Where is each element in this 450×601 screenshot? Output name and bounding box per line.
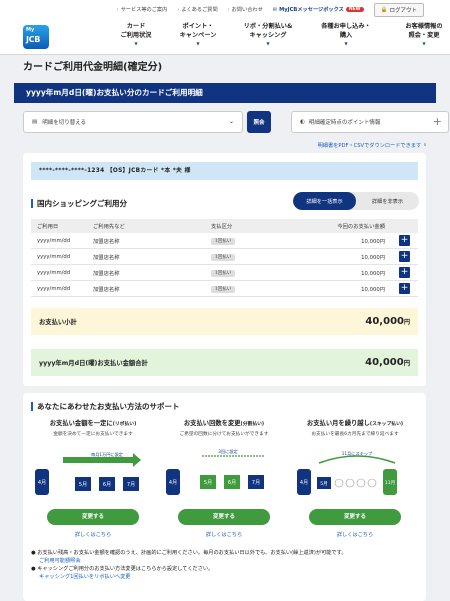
- chevron-right-icon: ›: [227, 6, 230, 13]
- hide-details-button[interactable]: 詳細を非表示: [356, 192, 419, 210]
- support-notes: ● お支払い残高・お支払い金額を確認のうえ、計画的にご利用ください。毎月のお支払…: [31, 549, 347, 581]
- topbar-link-faq[interactable]: › よくあるご質問: [177, 6, 217, 14]
- nav-applications[interactable]: 各種お申し込み・ 購入 ▼: [307, 23, 385, 49]
- svg-text:5月: 5月: [320, 481, 328, 487]
- note-text: ● キャッシングご利用分のお支払い方法変更はこちらから設定してください。: [31, 566, 214, 572]
- apply-button[interactable]: 照会: [247, 111, 271, 133]
- chevron-right-icon: ›: [116, 6, 119, 13]
- revolving-illustration: 毎月1万円に設定 4月 5月 6月 7月: [35, 451, 141, 495]
- nav-card-usage[interactable]: カード ご利用状況 ▼: [105, 23, 167, 49]
- svg-text:毎月1万円に設定: 毎月1万円に設定: [91, 451, 123, 458]
- lock-icon: 🔒: [380, 6, 388, 13]
- revolving-details-link[interactable]: 詳しくはこちら: [31, 531, 155, 538]
- payment-type-badge: 1回払い: [211, 237, 236, 245]
- svg-text:7月: 7月: [252, 480, 260, 486]
- statement-date-bar: yyyy年m月d日(曜)お支払い分のカードご利用明細: [14, 83, 436, 103]
- option-revolving: お支払い金額を一定に(リボ払い) 金額を決めて一定にお支払いできます 毎月1万円…: [31, 419, 155, 545]
- nav-revolving[interactable]: リボ・分割払い& キャッシング ▼: [229, 23, 307, 49]
- page: › サービス等のご案内 › よくあるご質問 › お問い合わせ ✉ MyJCBメッセージボ…: [0, 0, 450, 601]
- svg-text:4月: 4月: [38, 480, 46, 486]
- change-skip-button[interactable]: 変更する: [309, 509, 401, 525]
- topbar-link-contact[interactable]: › お問い合わせ: [227, 6, 263, 14]
- usage-table: ご利用日 ご利用先など 支払区分 今回のお支払い金額 yyyy/mm/dd 加盟…: [31, 219, 418, 297]
- mail-icon: ✉: [272, 6, 278, 13]
- statement-switch-select[interactable]: ▤ 明細を切り替える ⌄: [23, 111, 243, 133]
- caret-down-icon: ▼: [134, 41, 138, 46]
- chevron-right-icon: ›: [177, 6, 180, 13]
- svg-text:3回に設定: 3回に設定: [218, 448, 237, 455]
- payment-type-badge: 1回払い: [211, 269, 236, 277]
- caret-down-icon: ▼: [422, 41, 426, 46]
- svg-text:7月: 7月: [127, 482, 135, 488]
- plus-icon: +: [432, 115, 442, 128]
- new-badge: NEW: [345, 7, 364, 12]
- statement-panel: ****-****-****-1234 【OS】JCBカード *本 *夫 様 国…: [23, 153, 426, 386]
- calendar-icon: ▤: [32, 119, 38, 125]
- expand-row-button[interactable]: +: [399, 283, 410, 294]
- expand-row-button[interactable]: +: [399, 267, 410, 278]
- table-row: yyyy/mm/dd 加盟店名称 1回払い 10,000円 +: [31, 281, 418, 297]
- nav-points[interactable]: ポイント・ キャンペーン ▼: [167, 23, 229, 49]
- subtotal-row: お支払い小計 40,000円: [31, 308, 418, 335]
- caret-down-icon: ▼: [196, 41, 200, 46]
- top-utility-bar: › サービス等のご案内 › よくあるご質問 › お問い合わせ ✉ MyJCBメッセージボ…: [0, 0, 450, 19]
- caret-down-icon: ▼: [344, 41, 348, 46]
- expand-row-button[interactable]: +: [399, 251, 410, 262]
- message-box-link[interactable]: ✉ MyJCBメッセージボックス NEW: [273, 6, 364, 13]
- logout-button[interactable]: 🔒 ログアウト: [373, 2, 424, 17]
- svg-text:5月: 5月: [79, 482, 87, 488]
- detail-toggle: 詳細を一括表示 詳細を非表示: [293, 192, 419, 210]
- point-icon: ◐: [300, 119, 305, 125]
- svg-text:4月: 4月: [300, 480, 308, 486]
- grand-total-row: yyyy年m月d日(曜)お支払い金額合計 40,000円: [31, 349, 418, 376]
- svg-text:6月: 6月: [228, 480, 236, 486]
- option-installment: お支払い回数を変更(分割払い) ご希望の回数に分けてお支払いができます 3回に設…: [162, 419, 286, 545]
- support-section-title: あなたにあわせたお支払い方法のサポート: [31, 402, 180, 411]
- chevron-down-icon: ⌄: [228, 118, 234, 125]
- myjcb-logo[interactable]: My JCB: [23, 25, 49, 49]
- svg-text:4月: 4月: [169, 480, 177, 486]
- note-text: ● お支払い残高・お支払い金額を確認のうえ、計画的にご利用ください。毎月のお支払…: [31, 550, 347, 556]
- card-info-band: ****-****-****-1234 【OS】JCBカード *本 *夫 様: [31, 162, 418, 180]
- payment-type-badge: 1回払い: [211, 253, 236, 261]
- svg-text:5月: 5月: [204, 480, 212, 486]
- download-icon: ⭳: [424, 142, 426, 148]
- svg-text:11月: 11月: [385, 480, 395, 486]
- option-skip: お支払い月を繰り越し(スキップ払い) お支払いを最長6カ月先まで繰り延べます 1…: [293, 419, 417, 545]
- page-title: カードご利用代金明細(確定分): [23, 62, 163, 73]
- caret-down-icon: ▼: [266, 41, 270, 46]
- cashing-revolving-link[interactable]: キャッシング1回払いをリボ払いへ変更: [31, 573, 347, 581]
- payment-type-badge: 1回払い: [211, 285, 236, 293]
- domestic-section-title: 国内ショッピングご利用分: [31, 199, 127, 208]
- installment-illustration: 3回に設定 4月 5月 6月 7月: [166, 448, 264, 495]
- change-revolving-button[interactable]: 変更する: [47, 509, 139, 525]
- payment-support-panel: あなたにあわせたお支払い方法のサポート お支払い金額を一定に(リボ払い) 金額を…: [23, 393, 426, 601]
- table-row: yyyy/mm/dd 加盟店名称 1回払い 10,000円 +: [31, 265, 418, 281]
- option-heading: お支払い月を繰り越し(スキップ払い): [306, 420, 404, 427]
- svg-text:6月: 6月: [103, 482, 111, 488]
- table-row: yyyy/mm/dd 加盟店名称 1回払い 10,000円 +: [31, 249, 418, 265]
- option-heading: お支払い金額を一定に(リボ払い): [49, 420, 137, 427]
- available-credit-link[interactable]: ご利用可能額照会: [31, 557, 347, 565]
- change-installment-button[interactable]: 変更する: [178, 509, 270, 525]
- skip-details-link[interactable]: 詳しくはこちら: [293, 531, 417, 538]
- skip-illustration: 11月にスキップ 4月 5月 11月: [297, 451, 397, 495]
- global-nav: My JCB カード ご利用状況 ▼ ポイント・ キャンペーン ▼ リボ・分割払い& キャ…: [0, 19, 450, 55]
- grand-total-amount: 40,000: [365, 357, 404, 368]
- table-row: yyyy/mm/dd 加盟店名称 1回払い 10,000円 +: [31, 233, 418, 249]
- download-link[interactable]: 明細書をPDF・CSVでダウンロードできます ⭳: [318, 141, 426, 150]
- show-all-details-button[interactable]: 詳細を一括表示: [293, 192, 356, 210]
- subtotal-amount: 40,000: [365, 316, 404, 327]
- topbar-link-services[interactable]: › サービス等のご案内: [116, 6, 168, 14]
- nav-customer-info[interactable]: お客様情報の 照会・変更 ▼: [385, 23, 450, 49]
- point-info-toggle[interactable]: ◐ 明細確定時点のポイント情報 +: [291, 111, 449, 133]
- installment-details-link[interactable]: 詳しくはこちら: [162, 531, 286, 538]
- option-heading: お支払い回数を変更(分割払い): [183, 420, 265, 427]
- expand-row-button[interactable]: +: [399, 235, 410, 246]
- table-header: ご利用日 ご利用先など 支払区分 今回のお支払い金額: [31, 219, 418, 233]
